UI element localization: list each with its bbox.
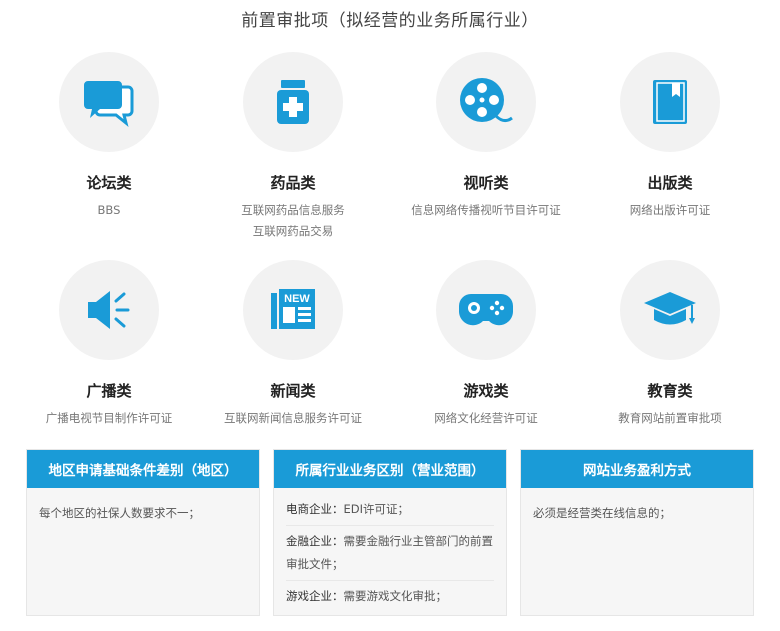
- category-forum[interactable]: 论坛类 BBS: [14, 52, 204, 221]
- graduation-cap-icon: [644, 292, 696, 325]
- category-title: 广播类: [86, 382, 132, 400]
- industry-line: 游戏企业：需要游戏文化审批；: [286, 589, 447, 603]
- film-reel-icon: [460, 78, 513, 123]
- category-title: 药品类: [270, 174, 316, 192]
- region-box-title: 地区申请基础条件差别（地区）: [27, 450, 259, 488]
- category-title: 出版类: [647, 174, 693, 192]
- region-box-text: 每个地区的社保人数要求不一；: [39, 506, 200, 520]
- category-desc: 广播电视节目制作许可证: [45, 411, 173, 425]
- industry-box-title: 所属行业业务区别（营业范围）: [274, 450, 506, 488]
- category-desc: 教育网站前置审批项: [618, 411, 722, 425]
- category-news[interactable]: NEW 新闻类 互联网新闻信息服务许可证: [198, 260, 388, 429]
- chat-bubbles-icon: [84, 81, 134, 127]
- profit-box-title: 网站业务盈利方式: [521, 450, 753, 488]
- category-audiovisual[interactable]: 视听类 信息网络传播视听节目许可证: [391, 52, 581, 221]
- speaker-icon: [88, 291, 130, 329]
- category-medicine[interactable]: 药品类 互联网药品信息服务 互联网药品交易: [198, 52, 388, 242]
- book-icon: [653, 80, 687, 124]
- profit-box: 网站业务盈利方式 必须是经营类在线信息的；: [520, 449, 754, 616]
- category-games[interactable]: 游戏类 网络文化经营许可证: [391, 260, 581, 429]
- category-grid: 论坛类 BBS 药品类 互联网药品信息服务 互联网药品交易 视听类 信息网络传播…: [0, 52, 780, 432]
- category-desc: BBS: [97, 203, 121, 217]
- category-desc: 网络文化经营许可证: [434, 411, 538, 425]
- category-title: 视听类: [463, 174, 509, 192]
- category-desc: 信息网络传播视听节目许可证: [411, 203, 561, 217]
- profit-box-text: 必须是经营类在线信息的；: [533, 506, 671, 520]
- category-education[interactable]: 教育类 教育网站前置审批项: [575, 260, 765, 429]
- news-badge: NEW: [284, 293, 310, 305]
- gamepad-icon: [459, 294, 513, 326]
- category-desc: 互联网新闻信息服务许可证: [224, 411, 362, 425]
- industry-line: 电商企业：EDI许可证；: [286, 494, 494, 526]
- region-box: 地区申请基础条件差别（地区） 每个地区的社保人数要求不一；: [26, 449, 260, 616]
- category-publishing[interactable]: 出版类 网络出版许可证: [575, 52, 765, 221]
- medicine-bottle-icon: [277, 80, 309, 124]
- category-broadcast[interactable]: 广播类 广播电视节目制作许可证: [14, 260, 204, 429]
- industry-line: 金融企业：需要金融行业主管部门的前置审批文件；: [286, 526, 494, 581]
- industry-box: 所属行业业务区别（营业范围） 电商企业：EDI许可证； 金融企业：需要金融行业主…: [273, 449, 507, 616]
- info-boxes: 地区申请基础条件差别（地区） 每个地区的社保人数要求不一； 所属行业业务区别（营…: [26, 449, 754, 617]
- page-title: 前置审批项（拟经营的业务所属行业）: [241, 11, 539, 31]
- category-title: 论坛类: [86, 174, 132, 192]
- category-title: 游戏类: [463, 382, 509, 400]
- category-desc: 互联网药品信息服务 互联网药品交易: [241, 203, 345, 238]
- category-title: 教育类: [647, 382, 693, 400]
- category-desc: 网络出版许可证: [629, 203, 711, 217]
- newspaper-icon: NEW: [271, 289, 315, 329]
- category-title: 新闻类: [270, 382, 316, 400]
